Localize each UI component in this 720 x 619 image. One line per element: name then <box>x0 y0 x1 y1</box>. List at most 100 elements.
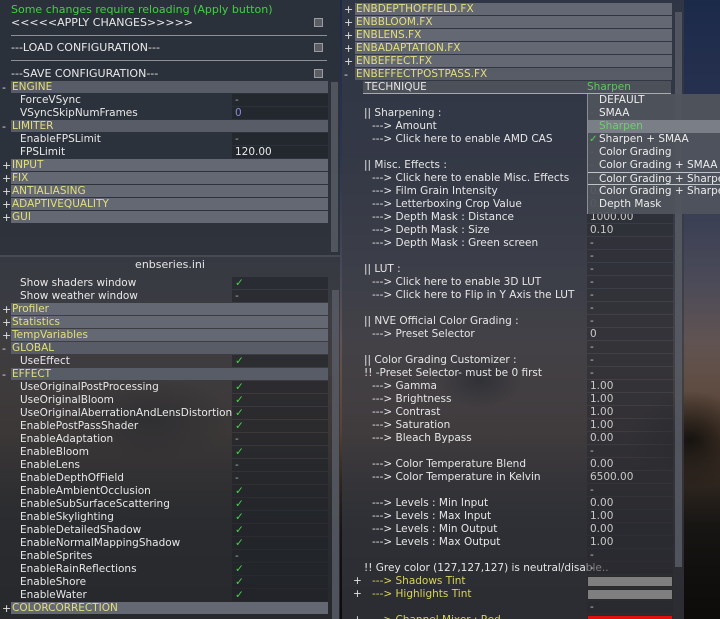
param-value[interactable]: 0.00 <box>587 523 673 535</box>
param-row-channel-mixer-red[interactable]: + ---> Channel Mixer : Red <box>345 614 673 619</box>
param-row-brightness[interactable]: ---> Brightness 1.00 <box>345 393 673 406</box>
param-row-click-here-to-enable-3d-lut[interactable]: ---> Click here to enable 3D LUT - <box>345 276 673 289</box>
setting-row-enablerainreflections[interactable]: EnableRainReflections ✓ <box>0 563 328 576</box>
expand-icon[interactable]: + <box>344 3 353 16</box>
setting-row-enableambientocclusion[interactable]: EnableAmbientOcclusion ✓ <box>0 485 328 498</box>
expand-icon[interactable]: + <box>353 575 362 588</box>
param-row-levels-min-input[interactable]: ---> Levels : Min Input 0.00 <box>345 497 673 510</box>
setting-row-useoriginalpostprocessing[interactable]: UseOriginalPostProcessing ✓ <box>0 381 328 394</box>
shader-file-enbeffect-fx[interactable]: + ENBEFFECT.FX <box>342 55 672 68</box>
section-effect[interactable]: - EFFECT <box>0 368 328 381</box>
dropdown-option-color-grading-smaa[interactable]: Color Grading + SMAA <box>588 159 720 172</box>
param-row-color-temperature-blend[interactable]: ---> Color Temperature Blend 0.00 <box>345 458 673 471</box>
setting-value[interactable]: ✓ <box>232 485 328 497</box>
param-row-click-here-to-flip-in-y-axis-the-lut[interactable]: ---> Click here to Flip in Y Axis the LU… <box>345 289 673 302</box>
shader-file-enbbloom-fx[interactable]: + ENBBLOOM.FX <box>342 16 672 29</box>
setting-row-enablewater[interactable]: EnableWater ✓ <box>0 589 328 602</box>
collapse-icon[interactable]: - <box>2 342 11 355</box>
technique-selector[interactable]: TECHNIQUE Sharpen <box>363 81 671 94</box>
setting-row-show-shaders-window[interactable]: Show shaders window ✓ <box>0 277 328 290</box>
dropdown-option-depth-mask[interactable]: Depth Mask <box>588 198 720 211</box>
param-value[interactable]: 0.00 <box>587 458 673 470</box>
dropdown-option-color-grading[interactable]: Color Grading <box>588 146 720 159</box>
expand-icon[interactable]: + <box>2 329 11 342</box>
section-profiler[interactable]: + Profiler <box>0 303 328 316</box>
setting-value[interactable]: - <box>232 133 328 145</box>
setting-value[interactable]: ✓ <box>232 355 328 367</box>
expand-icon[interactable]: + <box>353 588 362 601</box>
load-configuration-button[interactable]: ---LOAD CONFIGURATION--- <box>11 41 327 55</box>
section-adaptivequality[interactable]: + ADAPTIVEQUALITY <box>0 198 328 211</box>
section-global[interactable]: - GLOBAL <box>0 342 328 355</box>
param-row-levels-min-output[interactable]: ---> Levels : Min Output 0.00 <box>345 523 673 536</box>
collapse-icon[interactable]: - <box>2 120 11 133</box>
param-value[interactable]: 1.00 <box>587 419 673 431</box>
setting-value[interactable]: - <box>232 550 328 562</box>
param-value[interactable]: - <box>587 276 673 288</box>
section-gui[interactable]: + GUI <box>0 211 328 224</box>
setting-value[interactable]: ✓ <box>232 524 328 536</box>
technique-dropdown[interactable]: DEFAULT SMAA Sharpen ✓ Sharpen + SMAA Co… <box>587 94 720 214</box>
load-checkbox[interactable] <box>314 43 323 52</box>
apply-checkbox[interactable] <box>314 18 323 27</box>
setting-row-forcevsync[interactable]: ForceVSync - <box>0 94 328 107</box>
shader-file-enbdepthoffield-fx[interactable]: + ENBDEPTHOFFIELD.FX <box>342 3 672 16</box>
shader-file-enbadaptation-fx[interactable]: + ENBADAPTATION.FX <box>342 42 672 55</box>
setting-value[interactable]: ✓ <box>232 381 328 393</box>
setting-row-enablefpslimit[interactable]: EnableFPSLimit - <box>0 133 328 146</box>
setting-row-enablenormalmappingshadow[interactable]: EnableNormalMappingShadow ✓ <box>0 537 328 550</box>
setting-value[interactable]: - <box>232 472 328 484</box>
setting-value[interactable]: ✓ <box>232 498 328 510</box>
section-input[interactable]: + INPUT <box>0 159 328 172</box>
setting-value[interactable]: ✓ <box>232 446 328 458</box>
setting-value[interactable]: ✓ <box>232 589 328 601</box>
param-value[interactable]: 1.00 <box>587 510 673 522</box>
setting-row-show-weather-window[interactable]: Show weather window - <box>0 290 328 303</box>
expand-icon[interactable]: + <box>2 602 11 615</box>
setting-value[interactable]: - <box>232 433 328 445</box>
setting-row-enableskylighting[interactable]: EnableSkylighting ✓ <box>0 511 328 524</box>
param-row-gamma[interactable]: ---> Gamma 1.00 <box>345 380 673 393</box>
collapse-icon[interactable]: - <box>2 368 11 381</box>
setting-value[interactable]: ✓ <box>232 576 328 588</box>
param-row-shadows-tint[interactable]: + ---> Shadows Tint <box>345 575 673 588</box>
section-limiter[interactable]: - LIMITER <box>0 120 328 133</box>
shader-file-enblens-fx[interactable]: + ENBLENS.FX <box>342 29 672 42</box>
setting-value[interactable]: - <box>232 290 328 302</box>
section-statistics[interactable]: + Statistics <box>0 316 328 329</box>
expand-icon[interactable]: + <box>2 316 11 329</box>
save-configuration-button[interactable]: ---SAVE CONFIGURATION--- <box>11 67 327 81</box>
technique-value[interactable]: Sharpen <box>587 81 631 93</box>
scrollbar[interactable] <box>332 290 339 619</box>
expand-icon[interactable]: + <box>2 198 11 211</box>
setting-value[interactable]: - <box>232 459 328 471</box>
param-value[interactable]: 1.00 <box>587 406 673 418</box>
setting-row-enablesprites[interactable]: EnableSprites - <box>0 550 328 563</box>
param-value[interactable]: 6500.00 <box>587 471 673 483</box>
save-checkbox[interactable] <box>314 69 323 78</box>
param-row-bleach-bypass[interactable]: ---> Bleach Bypass 0.00 <box>345 432 673 445</box>
expand-icon[interactable]: + <box>344 29 353 42</box>
dropdown-option-smaa[interactable]: SMAA <box>588 107 720 120</box>
setting-row-enablebloom[interactable]: EnableBloom ✓ <box>0 446 328 459</box>
section-engine[interactable]: - ENGINE <box>0 81 328 94</box>
setting-value[interactable]: ✓ <box>232 563 328 575</box>
expand-icon[interactable]: + <box>353 614 362 619</box>
dropdown-option-color-grading-sharpen[interactable]: Color Grading + Sharpen <box>588 172 720 185</box>
section-antialiasing[interactable]: + ANTIALIASING <box>0 185 328 198</box>
param-row-depth-mask-green-screen[interactable]: ---> Depth Mask : Green screen - <box>345 237 673 250</box>
param-row-levels-max-input[interactable]: ---> Levels : Max Input 1.00 <box>345 510 673 523</box>
setting-row-enableadaptation[interactable]: EnableAdaptation - <box>0 433 328 446</box>
setting-value[interactable]: ✓ <box>232 394 328 406</box>
param-value[interactable]: - <box>587 237 673 249</box>
expand-icon[interactable]: + <box>2 185 11 198</box>
setting-row-vsyncskipnumframes[interactable]: VSyncSkipNumFrames 0 <box>0 107 328 120</box>
shader-file-enbeffectpostpass-fx[interactable]: - ENBEFFECTPOSTPASS.FX <box>342 68 672 81</box>
setting-row-enabledetailedshadow[interactable]: EnableDetailedShadow ✓ <box>0 524 328 537</box>
param-value[interactable]: 0 <box>587 328 673 340</box>
scrollbar[interactable] <box>331 82 338 252</box>
setting-value[interactable]: ✓ <box>232 537 328 549</box>
setting-value[interactable]: ✓ <box>232 511 328 523</box>
setting-row-fpslimit[interactable]: FPSLimit 120.00 <box>0 146 328 159</box>
color-swatch[interactable] <box>587 614 673 619</box>
